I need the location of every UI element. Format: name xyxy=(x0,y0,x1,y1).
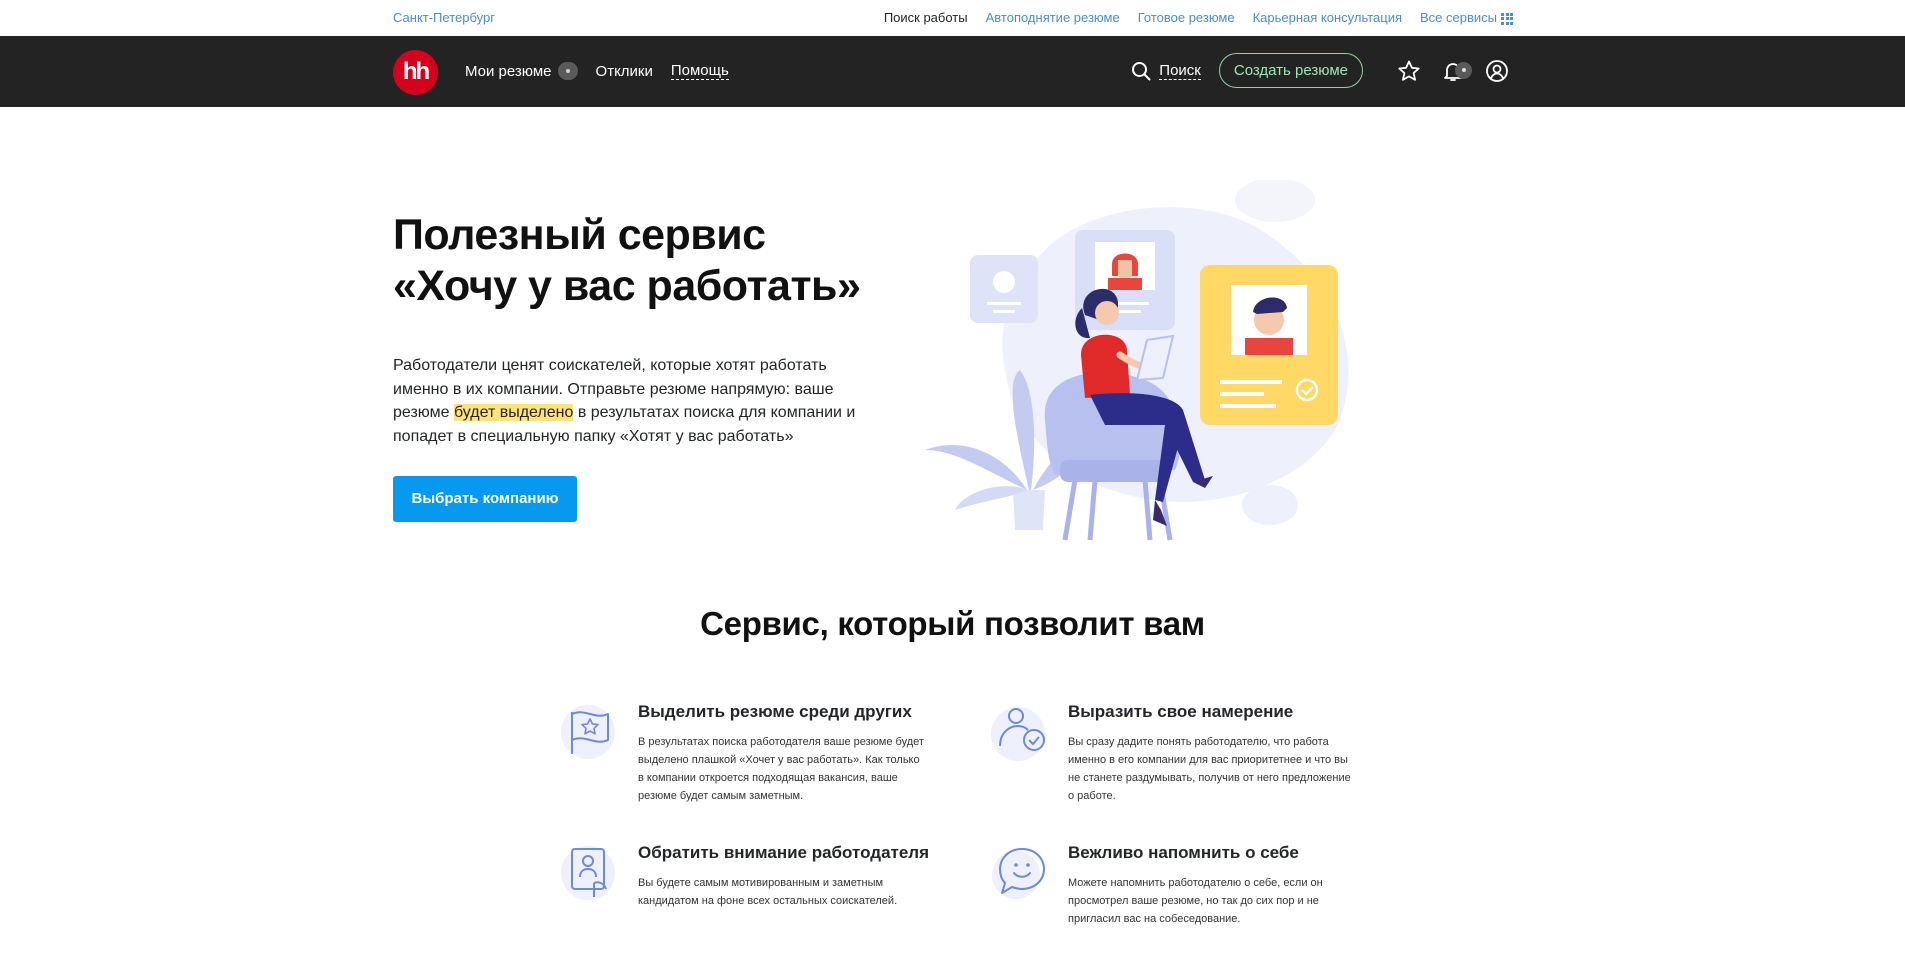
nav-help[interactable]: Помощь xyxy=(670,62,729,80)
link-ready-resume[interactable]: Готовое резюме xyxy=(1138,10,1235,25)
services-bar: Санкт-Петербург Поиск работы Автоподняти… xyxy=(0,0,1905,36)
search-label: Поиск xyxy=(1159,61,1201,80)
link-all-services[interactable]: Все сервисы xyxy=(1420,10,1513,25)
features-title: Сервис, который позволит вам xyxy=(700,605,1205,642)
feature-title: Выделить резюме среди других xyxy=(638,702,912,721)
search-icon xyxy=(1132,61,1151,80)
link-job-search[interactable]: Поиск работы xyxy=(884,10,968,25)
hero-text-highlight: будет выделено xyxy=(453,404,574,421)
hero-title-line2: «Хочу у вас работать» xyxy=(393,262,861,310)
hh-logo[interactable]: hh xyxy=(393,50,438,95)
star-icon xyxy=(1398,60,1420,81)
main-nav: Мои резюме Отклики Помощь xyxy=(465,62,747,80)
link-career-consulting[interactable]: Карьерная консультация xyxy=(1253,10,1402,25)
feature-text: В результатах поиска работодателя ваше р… xyxy=(638,736,924,802)
nav-responses[interactable]: Отклики xyxy=(596,63,653,80)
main-header: hh Мои резюме Отклики Помощь Поиск Созда… xyxy=(0,36,1905,107)
header-tools: Поиск Создать резюме xyxy=(1131,53,1513,88)
flag-star-icon xyxy=(561,705,615,759)
notifications-badge xyxy=(1455,61,1472,79)
nav-my-resumes[interactable]: Мои резюме xyxy=(465,62,578,80)
notifications-button[interactable] xyxy=(1437,55,1472,87)
grid-icon xyxy=(1501,12,1513,25)
hero-title-line1: Полезный сервис xyxy=(393,211,766,259)
search-button[interactable]: Поиск xyxy=(1131,61,1201,81)
user-icon xyxy=(1486,59,1508,82)
profile-button[interactable] xyxy=(1481,55,1513,87)
feature-text: Вы сразу дадите понять работодателю, что… xyxy=(1068,736,1351,802)
link-auto-raise-resume[interactable]: Автоподнятие резюме xyxy=(986,10,1120,25)
person-frame-icon xyxy=(561,846,615,900)
link-all-services-label: Все сервисы xyxy=(1420,10,1497,25)
city-selector[interactable]: Санкт-Петербург xyxy=(393,10,495,25)
hero-description: Работодатели ценят соискателей, которые … xyxy=(393,354,863,448)
feature-text: Можете напомнить работодателю о себе, ес… xyxy=(1068,877,1323,925)
feature-title: Вежливо напомнить о себе xyxy=(1068,843,1299,862)
choose-company-button[interactable]: Выбрать компанию xyxy=(393,476,577,522)
services-links: Поиск работы Автоподнятие резюме Готовое… xyxy=(884,10,1513,25)
hero-title: Полезный сервис «Хочу у вас работать» xyxy=(393,210,861,312)
person-check-icon xyxy=(991,707,1045,761)
nav-my-resumes-label: Мои резюме xyxy=(465,62,552,80)
create-resume-button[interactable]: Создать резюме xyxy=(1218,53,1363,88)
feature-text: Вы будете самым мотивированным и заметны… xyxy=(638,877,898,907)
feature-title: Обратить внимание работодателя xyxy=(638,843,930,862)
hero-illustration xyxy=(925,180,1349,541)
resumes-badge xyxy=(557,62,578,80)
smile-chat-icon xyxy=(992,848,1045,899)
favorites-button[interactable] xyxy=(1393,55,1425,87)
feature-title: Выразить свое намерение xyxy=(1068,702,1294,721)
